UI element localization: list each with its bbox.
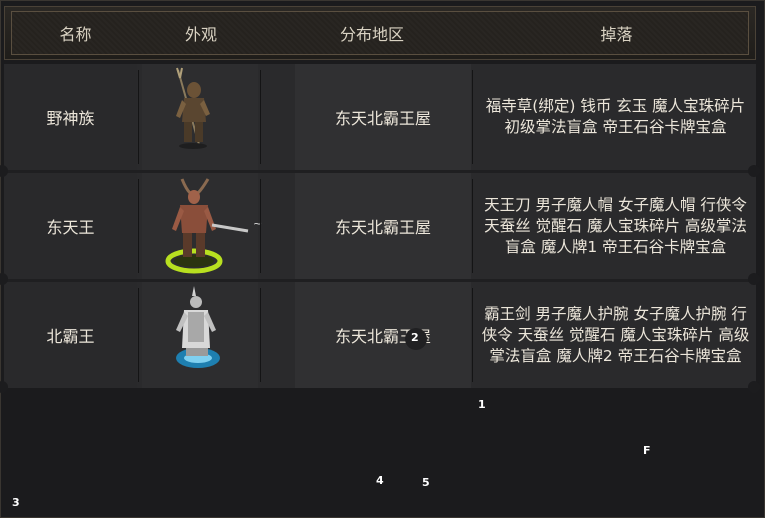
header-area: 分布地区 — [339, 25, 404, 44]
armored-king-figure-icon — [176, 286, 220, 368]
header-look: 外观 — [184, 25, 217, 44]
monster-drops: 福寺草(绑定) 钱币 玄玉 魔人宝珠碎片 初级掌法盲盒 帝王石谷卡牌宝盒 — [475, 64, 756, 170]
column-divider — [472, 179, 473, 273]
monster-drops: 霸王剑 男子魔人护腕 女子魔人护腕 行侠令 天蚕丝 觉醒石 魔人宝珠碎片 高级掌… — [475, 282, 756, 388]
marker-3[interactable]: 3 — [12, 496, 20, 509]
monster-area: 东天北霸王屋 — [295, 282, 471, 388]
header-name: 名称 — [59, 25, 92, 44]
monster-figure-cell: ~ — [142, 173, 262, 279]
monster-area: 东天北霸王屋 — [295, 173, 471, 279]
tribal-spearman-figure-icon — [176, 67, 210, 149]
column-divider — [472, 288, 473, 382]
horned-warrior-figure-icon — [165, 178, 249, 274]
monster-name: 北霸王 — [4, 282, 137, 388]
monster-figure-cell — [142, 64, 258, 170]
column-divider — [260, 70, 261, 164]
marker-1[interactable]: 1 — [478, 398, 486, 411]
table-row[interactable]: 北霸王 东天北霸王屋 霸王剑 男子魔人护腕 女子魔人护腕 行侠令 天蚕丝 觉醒石… — [4, 282, 756, 388]
table-row[interactable]: 野神族 东天北霸王屋 福寺草(绑定) 钱币 玄玉 魔人宝珠碎片 初级掌法盲盒 帝… — [4, 64, 756, 170]
marker-5[interactable]: 5 — [422, 476, 430, 489]
marker-f[interactable]: F — [643, 444, 651, 457]
monster-figure-cell — [142, 282, 258, 388]
header-drop: 掉落 — [600, 25, 633, 44]
table-header-inner: 名称 外观 分布地区 掉落 — [11, 11, 749, 55]
column-divider — [260, 288, 261, 382]
column-divider — [138, 179, 139, 273]
column-divider — [260, 179, 261, 273]
monster-name: 东天王 — [4, 173, 137, 279]
row-edge-dot — [748, 381, 760, 393]
monster-name: 野神族 — [4, 64, 137, 170]
column-divider — [138, 70, 139, 164]
monster-drop-window: 名称 外观 分布地区 掉落 野神族 东天北霸王屋 福寺草(绑定) 钱币 玄玉 魔… — [0, 0, 765, 518]
column-divider — [472, 70, 473, 164]
monster-drops: 天王刀 男子魔人帽 女子魔人帽 行侠令 天蚕丝 觉醒石 魔人宝珠碎片 高级掌法盲… — [475, 173, 756, 279]
marker-2[interactable]: 2 — [411, 331, 419, 344]
monster-area: 东天北霸王屋 — [295, 64, 471, 170]
row-edge-dot — [0, 381, 8, 393]
row-edge-dot — [748, 165, 760, 177]
column-divider — [138, 288, 139, 382]
marker-4[interactable]: 4 — [376, 474, 384, 487]
table-header: 名称 外观 分布地区 掉落 — [4, 6, 756, 60]
table-row[interactable]: 东天王 ~ 东天北霸王屋 天王刀 男子魔人帽 女子魔人帽 行侠令 天蚕丝 觉醒石… — [4, 173, 756, 279]
row-edge-dot — [748, 273, 760, 285]
